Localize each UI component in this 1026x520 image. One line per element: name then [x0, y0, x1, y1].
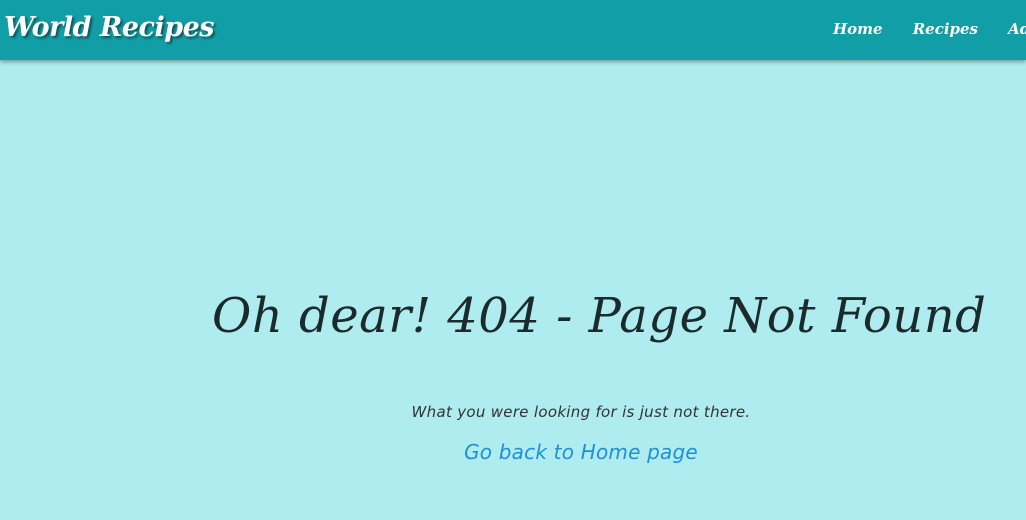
error-message: What you were looking for is just not th… — [411, 403, 751, 421]
nav-link-recipes[interactable]: Recipes — [913, 20, 978, 38]
error-headline: Oh dear! 404 - Page Not Found — [212, 288, 987, 344]
home-link-container: Go back to Home page — [0, 440, 1026, 464]
nav-link-home[interactable]: Home — [833, 20, 883, 38]
nav-link-add-recipe[interactable]: Add Re — [1008, 20, 1026, 38]
navbar: World Recipes Home Recipes Add Re — [0, 0, 1026, 60]
brand-logo-link[interactable]: World Recipes — [4, 12, 214, 43]
go-home-link[interactable]: Go back to Home page — [464, 440, 698, 464]
nav-links: Home Recipes Add Re — [833, 19, 1026, 38]
